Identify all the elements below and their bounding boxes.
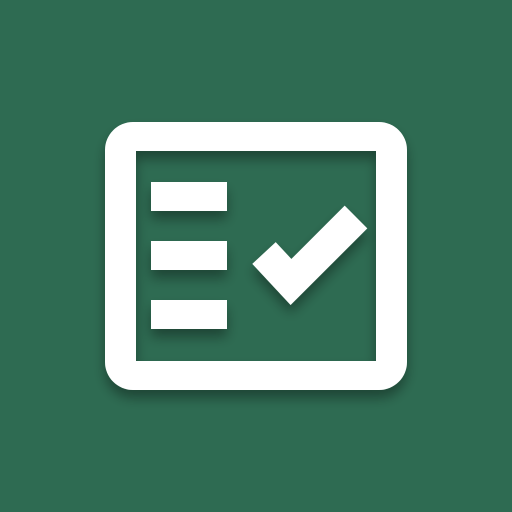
app-icon (0, 0, 512, 512)
checklist-line-1 (151, 182, 227, 211)
checklist-line-3 (151, 300, 227, 329)
checklist-line-2 (151, 241, 227, 270)
icon-background (0, 0, 512, 512)
app-icon-graphic (0, 0, 512, 512)
